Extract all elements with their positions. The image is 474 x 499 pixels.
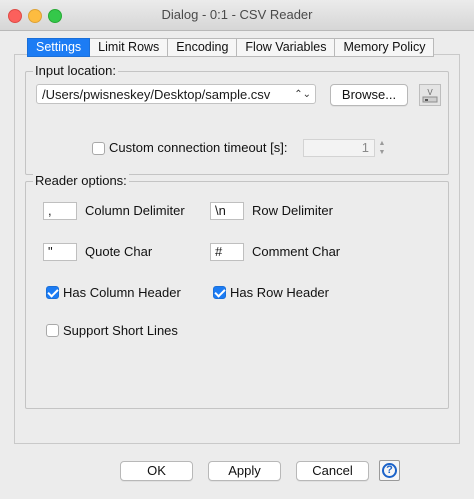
minimize-window-button[interactable]	[28, 9, 42, 23]
tab-bar: Settings Limit Rows Encoding Flow Variab…	[27, 38, 435, 57]
browse-button[interactable]: Browse...	[330, 84, 408, 106]
has-row-header-label: Has Row Header	[230, 285, 329, 300]
help-icon: ?	[382, 463, 397, 478]
file-path-combobox[interactable]: /Users/pwisneskey/Desktop/sample.csv ⌃⌄	[36, 84, 316, 104]
ok-button[interactable]: OK	[120, 461, 193, 481]
file-path-value: /Users/pwisneskey/Desktop/sample.csv	[42, 87, 271, 102]
quote-char-label: Quote Char	[85, 244, 153, 259]
zoom-window-button[interactable]	[48, 9, 62, 23]
tab-memory-policy[interactable]: Memory Policy	[335, 38, 435, 57]
title-bar: Dialog - 0:1 - CSV Reader	[0, 0, 474, 31]
comment-char-input[interactable]: #	[210, 243, 244, 261]
column-delimiter-input[interactable]: ,	[43, 202, 77, 220]
column-delimiter-label: Column Delimiter	[85, 203, 185, 218]
has-column-header-checkbox[interactable]	[46, 286, 59, 299]
timeout-input[interactable]: 1	[303, 139, 375, 157]
support-short-lines-label: Support Short Lines	[63, 323, 178, 338]
window-title: Dialog - 0:1 - CSV Reader	[161, 7, 313, 22]
support-short-lines-checkbox[interactable]	[46, 324, 59, 337]
tab-flow-variables[interactable]: Flow Variables	[237, 38, 336, 57]
tab-encoding[interactable]: Encoding	[168, 38, 238, 57]
comment-char-label: Comment Char	[252, 244, 341, 259]
has-row-header-checkbox[interactable]	[213, 286, 226, 299]
timeout-checkbox[interactable]	[92, 142, 105, 155]
timeout-stepper[interactable]: ▲ ▼	[377, 139, 387, 157]
input-location-label: Input location:	[33, 63, 118, 78]
svg-text:V: V	[427, 88, 433, 97]
reader-options-label: Reader options:	[33, 173, 129, 188]
row-delimiter-input[interactable]: \n	[210, 202, 244, 220]
stepper-up-icon[interactable]: ▲	[377, 139, 387, 148]
tab-limit-rows[interactable]: Limit Rows	[90, 38, 169, 57]
help-button[interactable]: ?	[379, 460, 400, 481]
apply-button[interactable]: Apply	[208, 461, 281, 481]
tab-settings[interactable]: Settings	[27, 38, 91, 57]
cancel-button[interactable]: Cancel	[296, 461, 369, 481]
timeout-label: Custom connection timeout [s]:	[109, 140, 288, 155]
quote-char-input[interactable]: "	[43, 243, 77, 261]
up-down-chevron-icon: ⌃⌄	[294, 89, 311, 100]
row-delimiter-label: Row Delimiter	[252, 203, 333, 218]
flow-variable-button[interactable]: V	[419, 84, 441, 106]
has-column-header-label: Has Column Header	[63, 285, 181, 300]
stepper-down-icon[interactable]: ▼	[377, 148, 387, 157]
close-window-button[interactable]	[8, 9, 22, 23]
flow-variable-icon: V	[422, 88, 438, 103]
